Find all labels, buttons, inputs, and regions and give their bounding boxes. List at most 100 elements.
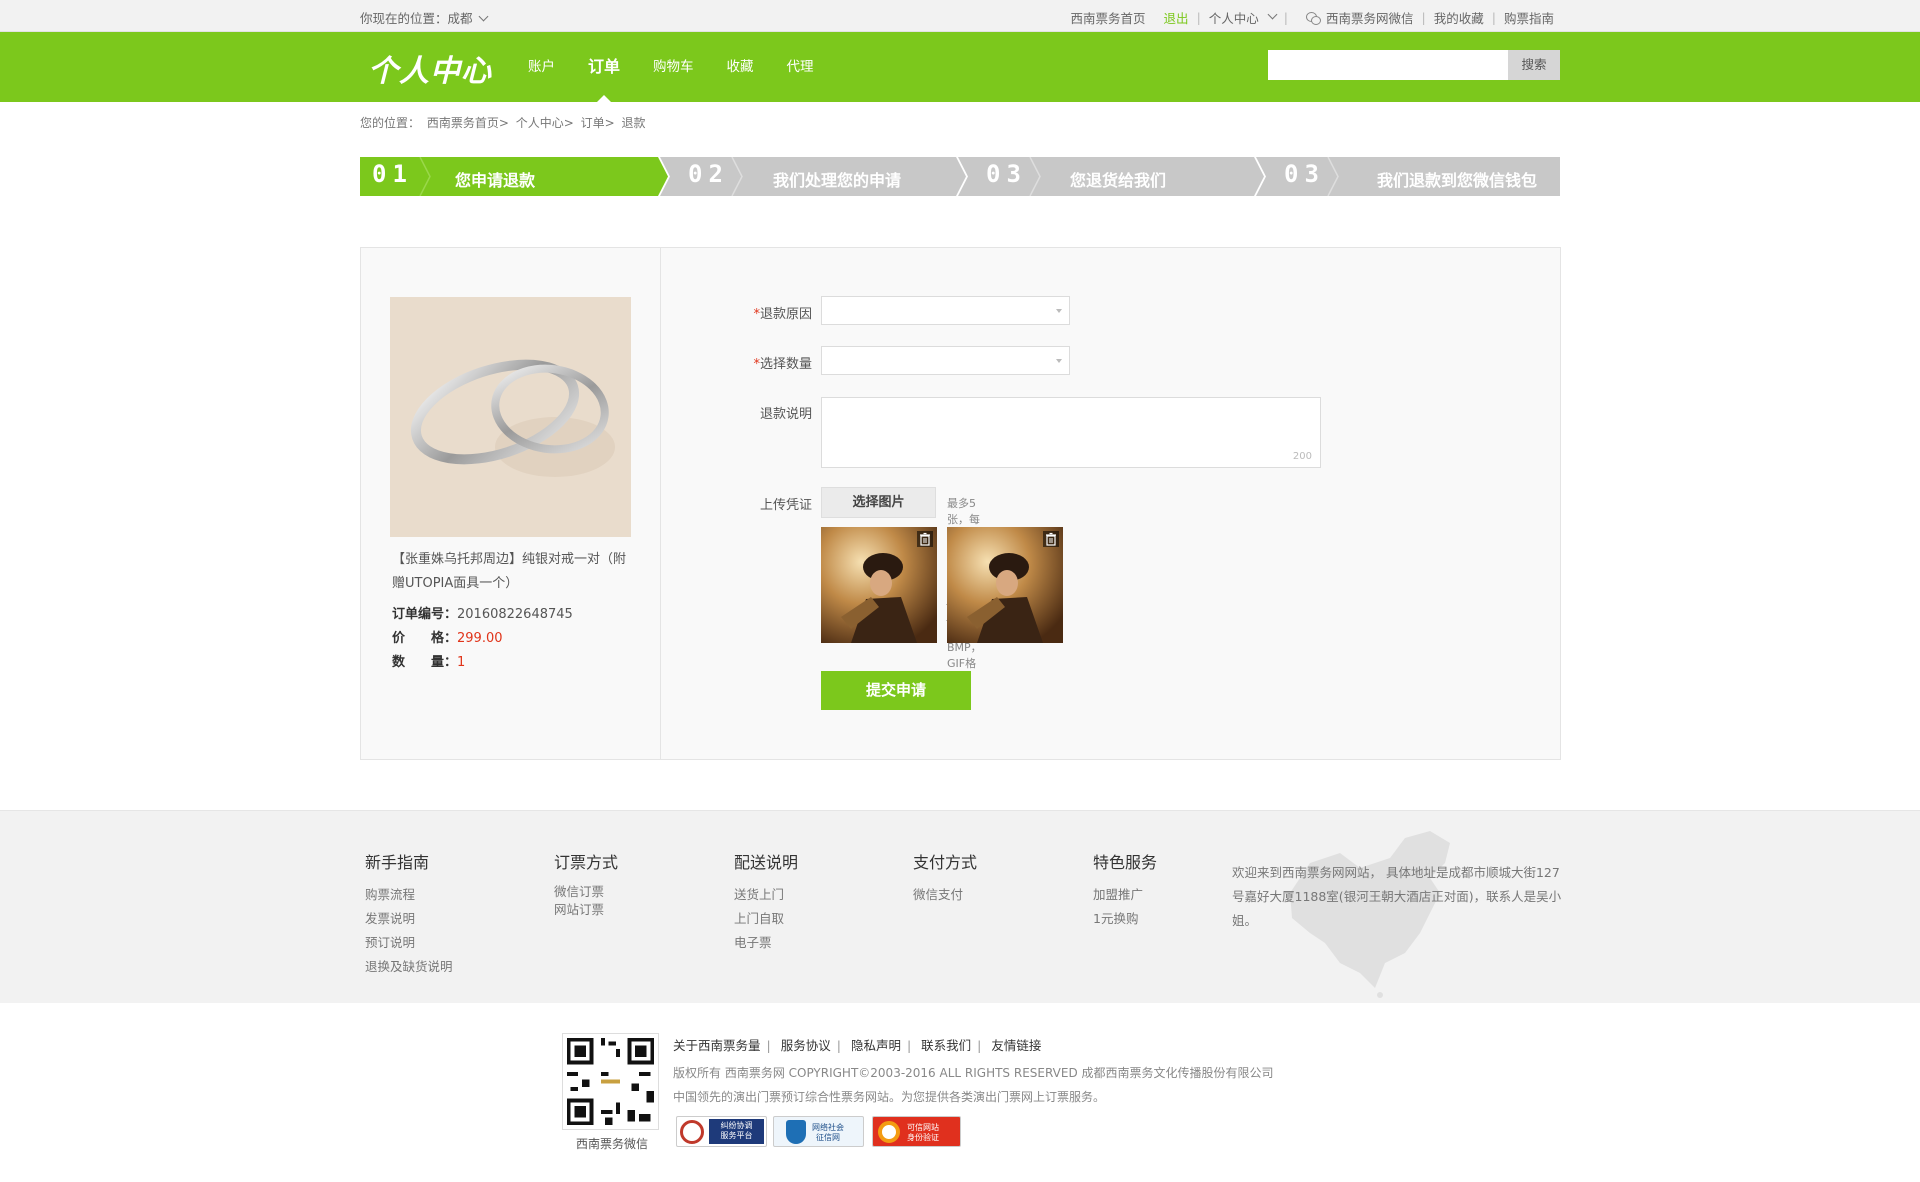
- footer-bottom: 西南票务微信 关于西南票务量 | 服务协议 | 隐私声明 | 联系我们 | 友情链接 版…: [0, 1003, 1920, 1182]
- description-textarea[interactable]: 200: [821, 397, 1321, 468]
- wechat-link[interactable]: 西南票务网微信: [1326, 8, 1414, 27]
- footer-link[interactable]: 加盟推广: [1093, 883, 1157, 907]
- badge-line: 可信网站: [907, 1123, 939, 1132]
- reason-select[interactable]: [821, 296, 1070, 325]
- home-link[interactable]: 西南票务首页: [1071, 8, 1146, 27]
- reason-label-text: 退款原因: [759, 307, 812, 322]
- badge-line: 网络社会: [812, 1123, 844, 1132]
- nav-orders[interactable]: 订单: [588, 32, 620, 102]
- step-4-number: 03: [1284, 160, 1325, 188]
- footer-link-contact[interactable]: 联系我们: [921, 1038, 971, 1053]
- divider: |: [1491, 10, 1496, 25]
- credit-badge-text: 网络社会 征信网: [812, 1123, 844, 1143]
- footer-col-title: 支付方式: [913, 853, 978, 872]
- uploaded-thumbnail[interactable]: [947, 527, 1063, 643]
- footer-link-privacy[interactable]: 隐私声明: [851, 1038, 901, 1053]
- footer-link[interactable]: 上门自取: [734, 907, 798, 931]
- footer-col-title: 新手指南: [365, 853, 430, 872]
- chevron-down-icon: [478, 11, 488, 22]
- footer-col-services: 特色服务 加盟推广 1元换购: [1093, 849, 1157, 931]
- footer-col-title: 订票方式: [554, 853, 619, 872]
- nav-agent[interactable]: 代理: [787, 32, 814, 102]
- footer-link[interactable]: 微信订票: [554, 883, 618, 901]
- step-4-label: 我们退款到您微信钱包: [1377, 171, 1538, 190]
- step-1-label: 您申请退款: [455, 171, 536, 190]
- step-3: 03 您退货给我们: [958, 157, 1264, 196]
- location-selector[interactable]: 你现在的位置：成都: [360, 8, 488, 27]
- trusted-site-badge[interactable]: 可信网站 身份验证: [872, 1116, 961, 1147]
- product-summary: 【张重姝乌托邦周边】纯银对戒一对（附赠UTOPIA面具一个） 订单编号：2016…: [361, 248, 661, 759]
- nav-favorites[interactable]: 收藏: [727, 32, 754, 102]
- dispute-badge-text: 纠纷协调 服务平台: [709, 1119, 764, 1144]
- footer-link-about[interactable]: 关于西南票务量: [673, 1038, 761, 1053]
- footer-link[interactable]: 网站订票: [554, 901, 618, 919]
- wechat-icon: [1306, 11, 1322, 25]
- quantity-select[interactable]: [821, 346, 1070, 375]
- footer-link[interactable]: 送货上门: [734, 883, 798, 907]
- divider: |: [1283, 10, 1289, 25]
- shield-icon: [680, 1120, 704, 1144]
- step-2-number: 02: [688, 160, 729, 188]
- search-input[interactable]: [1268, 50, 1508, 80]
- trusted-badge-text: 可信网站 身份验证: [907, 1123, 939, 1143]
- search-button[interactable]: 搜索: [1508, 50, 1560, 80]
- footer-col-title: 配送说明: [734, 853, 799, 872]
- page: 你现在的位置：成都 西南票务首页 退出 | 个人中心 | 西南票务网微信 | 我…: [0, 0, 1920, 1182]
- copyright-text: 版权所有 西南票务网 COPYRIGHT©2003-2016 ALL RIGHT…: [673, 1066, 1274, 1080]
- dispute-badge[interactable]: 纠纷协调 服务平台: [676, 1116, 767, 1147]
- about-text: 欢迎来到西南票务网网站， 具体地址是成都市顺城大街127号嘉好大厦1188室(银…: [1232, 865, 1562, 928]
- footer-col-payment: 支付方式 微信支付: [913, 849, 977, 907]
- tagline-text: 中国领先的演出门票预订综合性票务网站。为您提供各类演出门票网上订票服务。: [673, 1090, 1106, 1104]
- submit-button[interactable]: 提交申请: [821, 671, 971, 710]
- breadcrumb: 您的位置： 西南票务首页> 个人中心> 订单> 退款: [360, 114, 649, 131]
- footer-link[interactable]: 预订说明: [365, 931, 453, 955]
- price-value: 299.00: [457, 631, 503, 646]
- footer-link-friends[interactable]: 友情链接: [991, 1038, 1041, 1053]
- seal-icon: [878, 1121, 900, 1143]
- logout-link[interactable]: 退出: [1164, 8, 1189, 27]
- personal-center-link[interactable]: 个人中心: [1209, 8, 1259, 27]
- nav-cart[interactable]: 购物车: [653, 32, 694, 102]
- choose-image-button[interactable]: 选择图片: [821, 487, 936, 518]
- guide-link[interactable]: 购票指南: [1504, 8, 1554, 27]
- main-nav: 账户 订单 购物车 收藏 代理: [528, 32, 847, 102]
- chevron-down-icon[interactable]: [1267, 9, 1278, 20]
- footer-link[interactable]: 购票流程: [365, 883, 453, 907]
- divider: |: [1421, 10, 1426, 25]
- delete-icon[interactable]: [917, 531, 933, 547]
- price-label: 价 格：: [392, 631, 458, 646]
- top-links: 西南票务首页 退出 | 个人中心 | 西南票务网微信 | 我的收藏 | 购票指南: [1071, 8, 1554, 27]
- breadcrumb-orders[interactable]: 订单>: [581, 116, 615, 130]
- top-bar: 你现在的位置：成都 西南票务首页 退出 | 个人中心 | 西南票务网微信 | 我…: [0, 0, 1920, 32]
- footer-link[interactable]: 退换及缺货说明: [365, 955, 453, 979]
- location-text: 你现在的位置：成都: [360, 11, 473, 26]
- footer-link[interactable]: 1元换购: [1093, 907, 1157, 931]
- credit-badge[interactable]: 网络社会 征信网: [773, 1116, 864, 1147]
- brand-logo[interactable]: 个人中心: [368, 46, 492, 90]
- product-title[interactable]: 【张重姝乌托邦周边】纯银对戒一对（附赠UTOPIA面具一个）: [392, 548, 632, 596]
- breadcrumb-home[interactable]: 西南票务首页>: [427, 116, 509, 130]
- char-counter: 200: [1292, 451, 1312, 462]
- footer-link[interactable]: 发票说明: [365, 907, 453, 931]
- delete-icon[interactable]: [1043, 531, 1059, 547]
- search-box: 搜索: [1268, 50, 1560, 80]
- upload-label: 上传凭证: [759, 498, 812, 513]
- breadcrumb-current: 退款: [621, 116, 646, 130]
- footer-link[interactable]: 电子票: [734, 931, 798, 955]
- reason-label: *退款原因: [732, 303, 812, 322]
- header: 个人中心 账户 订单 购物车 收藏 代理 搜索: [0, 32, 1920, 102]
- dropdown-arrow-icon: [1056, 309, 1062, 313]
- quantity-value: 1: [457, 655, 466, 670]
- refund-panel: 【张重姝乌托邦周边】纯银对戒一对（附赠UTOPIA面具一个） 订单编号：2016…: [360, 247, 1561, 760]
- order-number-value: 20160822648745: [457, 607, 573, 622]
- footer-link[interactable]: 微信支付: [913, 883, 977, 907]
- nav-account[interactable]: 账户: [528, 32, 555, 102]
- uploaded-thumbnail[interactable]: [821, 527, 937, 643]
- breadcrumb-personal[interactable]: 个人中心>: [516, 116, 574, 130]
- divider: |: [1196, 10, 1201, 25]
- footer-col-guide: 新手指南 购票流程 发票说明 预订说明 退换及缺货说明: [365, 849, 453, 979]
- dropdown-arrow-icon: [1056, 359, 1062, 363]
- footer-link-terms[interactable]: 服务协议: [781, 1038, 831, 1053]
- badge-line: 身份验证: [907, 1133, 939, 1142]
- favorites-link[interactable]: 我的收藏: [1434, 8, 1484, 27]
